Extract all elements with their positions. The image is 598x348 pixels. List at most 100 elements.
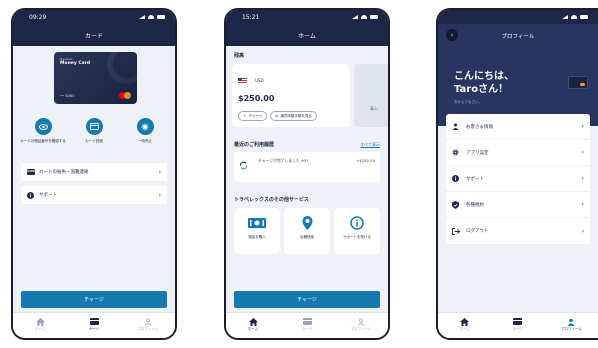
- status-icons: [562, 15, 588, 19]
- card-icon: [89, 317, 99, 326]
- transaction-row[interactable]: チャージが完了しました ※5* +$250.00: [234, 152, 380, 182]
- profile-menu-list: お客さま情報 › アプリ設定 › サポート › 各種規約 › ログアウト ›: [446, 114, 590, 244]
- nav-home[interactable]: ホーム: [20, 317, 60, 332]
- charge-pill-button[interactable]: ＋ チャージ: [238, 111, 268, 121]
- status-time: 09:29: [29, 13, 47, 21]
- info-icon: [350, 216, 364, 230]
- support-label: サポート: [39, 193, 57, 198]
- support-item[interactable]: サポート ›: [446, 166, 590, 192]
- next-currency-card[interactable]: 高レ: [354, 64, 388, 127]
- charge-button[interactable]: チャージ: [21, 291, 167, 308]
- battery-icon: [580, 15, 588, 19]
- profile-icon: [144, 317, 152, 326]
- card-name: Money Card: [60, 61, 91, 66]
- status-icons: [139, 15, 165, 19]
- wifi-icon: [571, 15, 577, 19]
- phone-home-screen: 15:21 ホーム 残高 USD $250.00 ＋ チャージ ⇆ 通貨両替手順…: [224, 8, 390, 340]
- card-icon: [85, 118, 103, 135]
- get-support-tile[interactable]: サポートを受ける: [334, 208, 380, 254]
- logout-item[interactable]: ログアウト ›: [446, 218, 590, 244]
- bottom-nav: ホーム カード プロフィール: [438, 312, 598, 338]
- nav-profile-label: プロフィール: [350, 327, 372, 331]
- services-title: トラベレックスのその他サービス: [234, 197, 309, 203]
- nav-card[interactable]: カード: [74, 317, 114, 332]
- greeting-subtitle: おかえりなさい。: [454, 100, 482, 104]
- view-pin-button[interactable]: カードの暗証番号を確認する: [19, 118, 67, 144]
- exchange-icon: ⇆: [275, 114, 279, 118]
- next-currency-label: 高レ: [370, 106, 378, 111]
- buy-cash-tile[interactable]: 現金を購入: [234, 208, 280, 254]
- customer-info-item[interactable]: お客さま情報 ›: [446, 114, 590, 140]
- header: カード: [13, 24, 175, 46]
- charge-pill-label: チャージ: [248, 113, 263, 118]
- buy-cash-label: 現金を購入: [248, 235, 266, 239]
- profile-hero: ‹ プロフィール こんにちは、 Taroさん！ おかえりなさい。: [438, 24, 598, 126]
- get-support-label: サポートを受ける: [343, 235, 371, 239]
- money-card-image[interactable]: Travelex Money Card •• 5063: [54, 52, 137, 104]
- chevron-right-icon: ›: [581, 201, 584, 208]
- support-item[interactable]: サポート ›: [21, 186, 167, 204]
- app-settings-item[interactable]: アプリ設定 ›: [446, 140, 590, 166]
- card-decoration: [107, 52, 137, 84]
- nav-home[interactable]: ホーム: [445, 317, 485, 332]
- app-settings-label: アプリ設定: [466, 150, 489, 156]
- nav-card-label: カード: [512, 327, 524, 331]
- home-icon: [248, 317, 258, 326]
- bottom-nav: ホーム カード プロフィール: [226, 312, 388, 338]
- charge-button[interactable]: チャージ: [234, 291, 380, 308]
- currency-code: USD: [255, 78, 264, 83]
- nav-home-label: ホーム: [247, 327, 259, 331]
- see-all-link[interactable]: すべて表示: [360, 142, 380, 148]
- battery-icon: [370, 15, 378, 19]
- nav-profile-label: プロフィール: [560, 327, 582, 331]
- nav-card[interactable]: カード: [498, 317, 538, 332]
- chevron-right-icon: ›: [581, 149, 584, 156]
- nav-card-label: カード: [88, 327, 100, 331]
- nav-home[interactable]: ホーム: [233, 317, 273, 332]
- status-icons: [352, 15, 378, 19]
- nav-home-label: ホーム: [459, 327, 470, 331]
- lost-card-label: カードの紛失・盗難連絡: [39, 170, 89, 175]
- signal-icon: [562, 15, 568, 19]
- profile-icon: [567, 317, 575, 326]
- card-actions: カードの暗証番号を確認する カード詳細 一時停止: [19, 118, 169, 144]
- status-bar: 15:21: [226, 10, 388, 24]
- card-menu-list: カードの紛失・盗難連絡 › サポート ›: [21, 163, 167, 209]
- profile-icon: [357, 317, 365, 326]
- status-bar: 09:29: [13, 10, 175, 24]
- home-icon: [35, 317, 45, 326]
- nav-home-label: ホーム: [34, 327, 46, 331]
- card-details-button[interactable]: カード詳細: [70, 118, 118, 144]
- lost-card-item[interactable]: カードの紛失・盗難連絡 ›: [21, 163, 167, 181]
- balance-card[interactable]: USD $250.00 ＋ チャージ ⇆ 通貨両替手順を見る: [232, 64, 350, 127]
- greeting-line1: こんにちは、: [454, 71, 514, 82]
- home-icon: [460, 317, 470, 326]
- recent-header: 最近のご利用履歴 すべて表示: [234, 141, 380, 149]
- balance-amount: $250.00: [238, 94, 275, 103]
- bottom-nav: ホーム カード プロフィール: [13, 312, 175, 338]
- status-time: 15:21: [242, 13, 260, 21]
- nav-profile[interactable]: プロフィール: [551, 317, 591, 332]
- nav-card[interactable]: カード: [287, 317, 327, 332]
- card-thumbnail: [568, 76, 588, 89]
- refresh-icon: [239, 161, 248, 170]
- phone-profile-screen: ‹ プロフィール こんにちは、 Taroさん！ おかえりなさい。 お客さま情報 …: [436, 8, 598, 340]
- customer-info-label: お客さま情報: [466, 124, 493, 130]
- mastercard-logo: [119, 92, 131, 99]
- signal-icon: [139, 15, 145, 19]
- eye-icon: [34, 118, 52, 135]
- terms-item[interactable]: 各種規約 ›: [446, 192, 590, 218]
- convert-pill-button[interactable]: ⇆ 通貨両替手順を見る: [270, 111, 317, 121]
- freeze-card-label: 一時停止: [138, 139, 152, 143]
- nav-profile[interactable]: プロフィール: [341, 317, 381, 332]
- page-title: ホーム: [298, 32, 316, 40]
- us-flag-icon: [238, 77, 247, 84]
- freeze-card-button[interactable]: 一時停止: [121, 118, 169, 144]
- nav-profile[interactable]: プロフィール: [128, 317, 168, 332]
- store-finder-tile[interactable]: 店舗検索: [284, 208, 330, 254]
- store-finder-label: 店舗検索: [300, 235, 314, 239]
- terms-label: 各種規約: [466, 202, 484, 208]
- gear-icon: [452, 149, 462, 156]
- header: ホーム: [226, 24, 388, 46]
- card-icon: [513, 317, 523, 326]
